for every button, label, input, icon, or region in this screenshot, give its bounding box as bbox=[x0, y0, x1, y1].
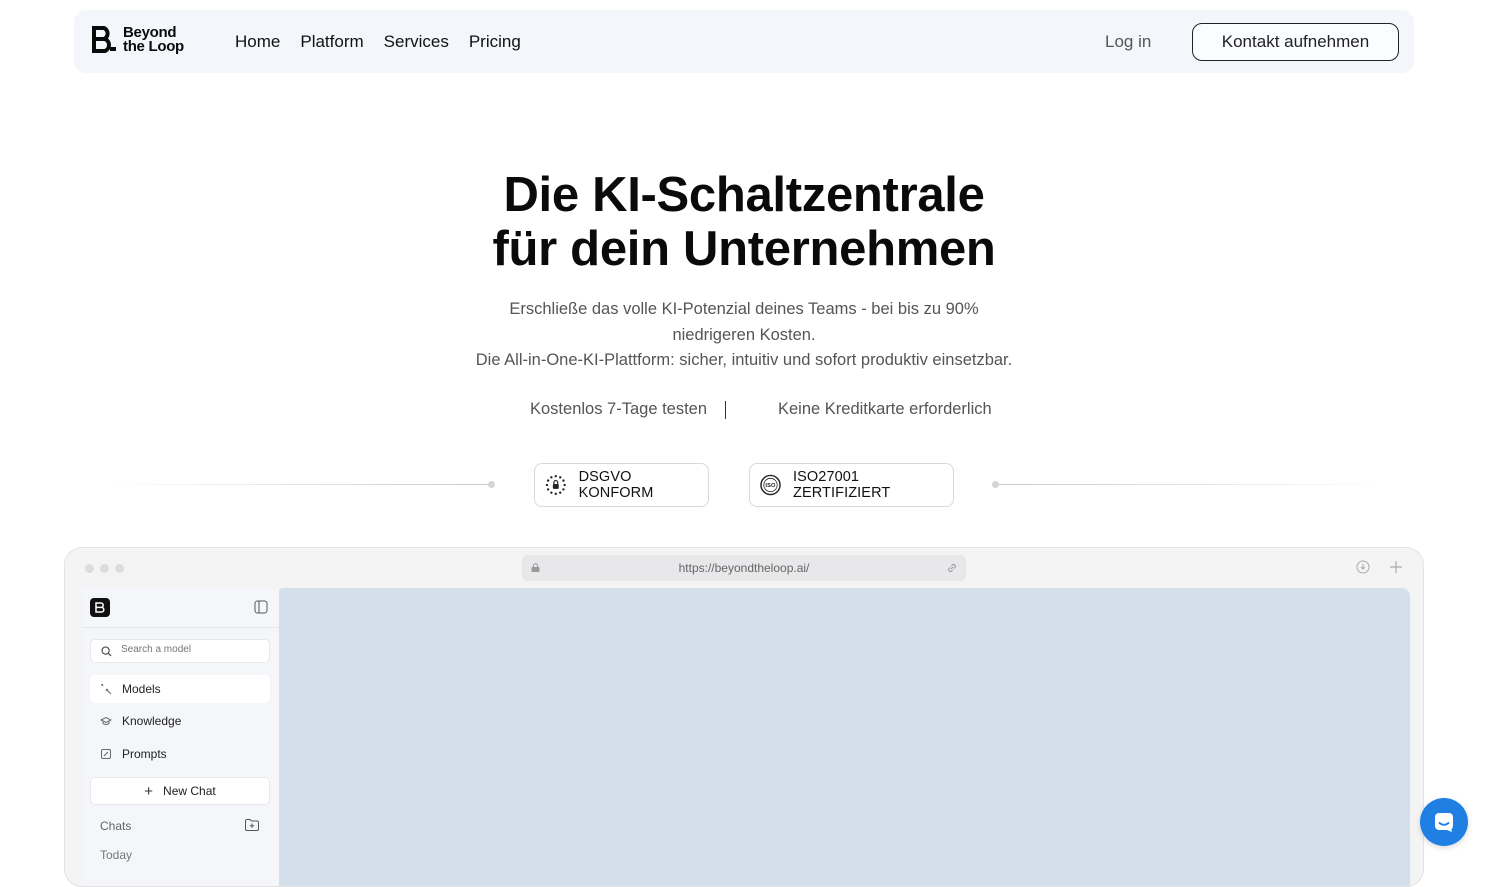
trial-divider bbox=[725, 401, 726, 419]
no-card-text: Keine Kreditkarte erforderlich bbox=[778, 400, 992, 418]
chat-bubble-icon bbox=[1435, 813, 1453, 832]
nav-link-platform[interactable]: Platform bbox=[300, 32, 363, 52]
decorative-line-right bbox=[997, 484, 1387, 485]
iso-seal-icon: ISO bbox=[760, 474, 781, 496]
trial-text: Kostenlos 7-Tage testen bbox=[530, 400, 708, 418]
eu-stars-lock-icon bbox=[545, 474, 566, 496]
logo-line-1: Beyond bbox=[123, 23, 177, 41]
dsgvo-badge: DSGVO KONFORM bbox=[534, 463, 709, 507]
hero-title-line-2: für dein Unternehmen bbox=[492, 222, 996, 276]
sidebar-item-label: Prompts bbox=[122, 747, 167, 761]
sidebar-item-label: Models bbox=[122, 682, 161, 696]
sidebar-item-models[interactable]: Models bbox=[90, 675, 270, 703]
nav-link-pricing[interactable]: Pricing bbox=[469, 32, 521, 52]
sidebar-item-prompts[interactable]: Prompts bbox=[90, 740, 270, 768]
prompts-icon bbox=[101, 749, 111, 759]
logo-mark-icon bbox=[92, 26, 116, 53]
iso-label: ISO27001 ZERTIFIZIERT bbox=[793, 469, 891, 501]
graduation-cap-icon bbox=[100, 716, 112, 725]
support-chat-button[interactable] bbox=[1420, 798, 1468, 846]
model-search-field[interactable] bbox=[90, 639, 270, 663]
hero-subtitle-line-3: Die All-in-One-KI-Plattform: sicher, int… bbox=[475, 351, 1013, 369]
link-icon[interactable] bbox=[946, 562, 958, 574]
hero-title-line-1: Die KI-Schaltzentrale bbox=[503, 168, 985, 222]
new-chat-button[interactable]: + New Chat bbox=[90, 777, 270, 805]
today-heading: Today bbox=[100, 848, 133, 862]
sidebar-item-label: Knowledge bbox=[122, 714, 182, 728]
nav-link-home[interactable]: Home bbox=[235, 32, 280, 52]
chats-heading: Chats bbox=[100, 819, 132, 833]
iso-seal-text: ISO bbox=[765, 483, 776, 489]
decorative-line-left bbox=[105, 484, 491, 485]
login-link[interactable]: Log in bbox=[1105, 32, 1151, 52]
download-icon[interactable] bbox=[1356, 560, 1370, 574]
plus-icon: + bbox=[144, 782, 154, 800]
app-logo-icon bbox=[95, 602, 105, 613]
models-icon bbox=[100, 683, 112, 695]
address-bar[interactable]: https://beyondtheloop.ai/ bbox=[522, 555, 966, 581]
window-dot-maximize bbox=[115, 564, 124, 573]
logo-wordmark: Beyond the Loop bbox=[123, 23, 184, 55]
top-navbar: Beyond the Loop Home Platform Services P… bbox=[74, 10, 1414, 73]
iso-badge: ISO ISO27001 ZERTIFIZIERT bbox=[749, 463, 954, 507]
hero-subtitle-line-2: niedrigeren Kosten. bbox=[672, 325, 816, 344]
contact-button[interactable]: Kontakt aufnehmen bbox=[1192, 23, 1399, 61]
sidebar-separator bbox=[82, 627, 279, 628]
window-dot-minimize bbox=[100, 564, 109, 573]
hero-title: Die KI-Schaltzentrale für dein Unternehm… bbox=[0, 168, 1488, 276]
model-search-input[interactable] bbox=[121, 644, 261, 655]
search-icon bbox=[101, 646, 112, 657]
logo-line-2: the Loop bbox=[123, 37, 184, 55]
browser-mockup: https://beyondtheloop.ai/ Search a model… bbox=[64, 547, 1424, 887]
sidebar-toggle-icon[interactable] bbox=[254, 600, 268, 614]
hero-subtitle: Erschließe das volle KI-Potenzial deines… bbox=[0, 297, 1488, 374]
window-dot-close bbox=[85, 564, 94, 573]
address-url: https://beyondtheloop.ai/ bbox=[678, 561, 810, 575]
hero-subtitle-line-1: Erschließe das volle KI-Potenzial deines… bbox=[509, 300, 979, 318]
new-chat-label: New Chat bbox=[163, 784, 216, 798]
new-folder-icon[interactable] bbox=[244, 817, 260, 833]
decorative-dot-right bbox=[992, 481, 999, 488]
nav-links: Home Platform Services Pricing bbox=[235, 32, 521, 52]
sidebar-item-knowledge[interactable]: Knowledge bbox=[90, 707, 270, 735]
app-logo[interactable] bbox=[90, 598, 110, 617]
app-content-area bbox=[279, 588, 1410, 886]
dsgvo-label: DSGVO KONFORM bbox=[578, 469, 654, 501]
decorative-dot-left bbox=[488, 481, 495, 488]
brand-logo[interactable]: Beyond the Loop bbox=[91, 23, 184, 55]
new-tab-icon[interactable] bbox=[1389, 560, 1403, 574]
app-sidebar: Models Knowledge Prompts + New Chat Chat… bbox=[82, 588, 279, 886]
nav-link-services[interactable]: Services bbox=[384, 32, 449, 52]
